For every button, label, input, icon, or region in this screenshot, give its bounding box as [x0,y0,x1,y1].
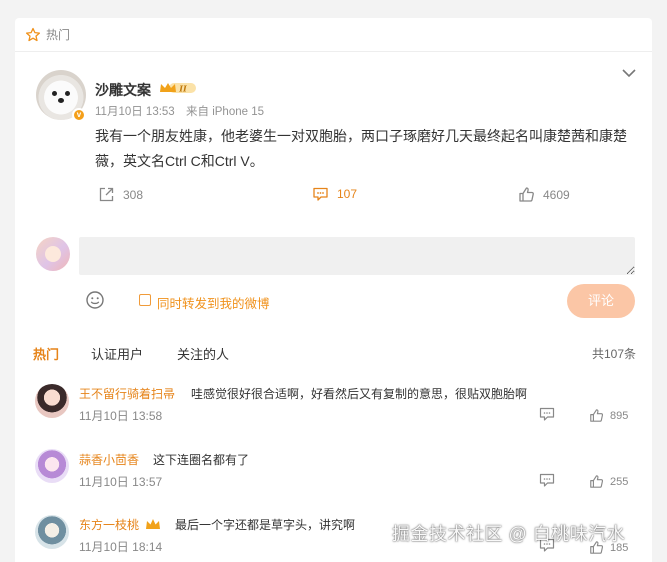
level-label: II [178,84,187,94]
divider [15,51,652,52]
member-level-badge-icon[interactable]: II [159,81,197,95]
thumbs-up-icon [590,409,604,422]
like-button[interactable]: 4609 [518,186,570,203]
commenter-name[interactable]: 王不留行骑着扫帚 [79,385,175,402]
tab-following[interactable]: 关注的人 [177,344,229,363]
thumbs-up-icon [519,187,534,202]
repost-checkbox[interactable] [139,294,151,306]
comment-text: 最后一个字还都是草字头，讲究啊 [175,518,356,532]
star-icon [25,27,41,43]
crown-badge-icon [146,519,160,529]
commenter-avatar[interactable] [35,449,69,483]
post-text: 我有一个朋友姓康，他老婆生一对双胞胎，两口子琢磨好几天最终起名叫康楚茜和康楚薇，… [95,128,627,169]
watermark: 掘金技术社区 @ 白桃味汽水 [392,524,626,544]
chevron-down-icon[interactable] [622,68,636,78]
submit-comment-button[interactable]: 评论 [567,284,635,318]
hot-section-header: 热门 [25,26,70,43]
commenter-name[interactable]: 蒜香小茴香 [79,451,139,468]
post-time[interactable]: 11月10日 13:53 [95,103,175,119]
commenter-avatar[interactable] [35,515,69,549]
post-card: 热门 v 沙雕文案 II 11月10日 13:53 来自 iPhone 15 我… [15,18,652,562]
repost-count: 308 [123,187,144,202]
thumbs-up-icon [590,475,604,488]
repost-checkbox-label[interactable]: 同时转发到我的微博 [157,293,270,312]
reply-icon[interactable] [539,407,555,422]
post-source: 来自 iPhone 15 [186,106,264,118]
tab-hot[interactable]: 热门 [33,344,59,363]
comment-time[interactable]: 11月10日 18:14 [79,538,162,555]
commenter-name[interactable]: 东方一枝桃 [79,516,139,533]
my-avatar[interactable] [36,237,70,271]
commenter-avatar[interactable] [35,384,69,418]
verified-badge-icon: v [72,108,86,122]
like-count: 4609 [543,187,570,202]
share-icon [99,187,114,202]
emoji-icon[interactable] [85,290,105,310]
comment-like-button[interactable]: 895 [589,408,628,423]
comment-input[interactable] [79,237,635,275]
comment-icon [313,187,328,201]
section-label: 热门 [46,28,71,42]
comment-button[interactable]: 107 [312,186,357,202]
comment-like-count: 255 [610,475,629,488]
author-name[interactable]: 沙雕文案 [95,80,151,100]
comment-text: 这下连圈名都有了 [153,453,250,467]
tab-verified-users[interactable]: 认证用户 [91,344,143,363]
total-comment-count: 共107条 [591,347,636,361]
comment-text: 哇感觉很好很合适啊，好看然后又有复制的意思，很贴双胞胎啊 [191,387,528,401]
comment-count: 107 [337,187,358,201]
comment-time[interactable]: 11月10日 13:58 [79,407,162,424]
comment-like-count: 895 [610,409,629,422]
reply-icon[interactable] [539,473,555,488]
repost-button[interactable]: 308 [98,186,143,203]
comment-time[interactable]: 11月10日 13:57 [79,473,162,490]
comment-like-button[interactable]: 255 [589,474,628,489]
